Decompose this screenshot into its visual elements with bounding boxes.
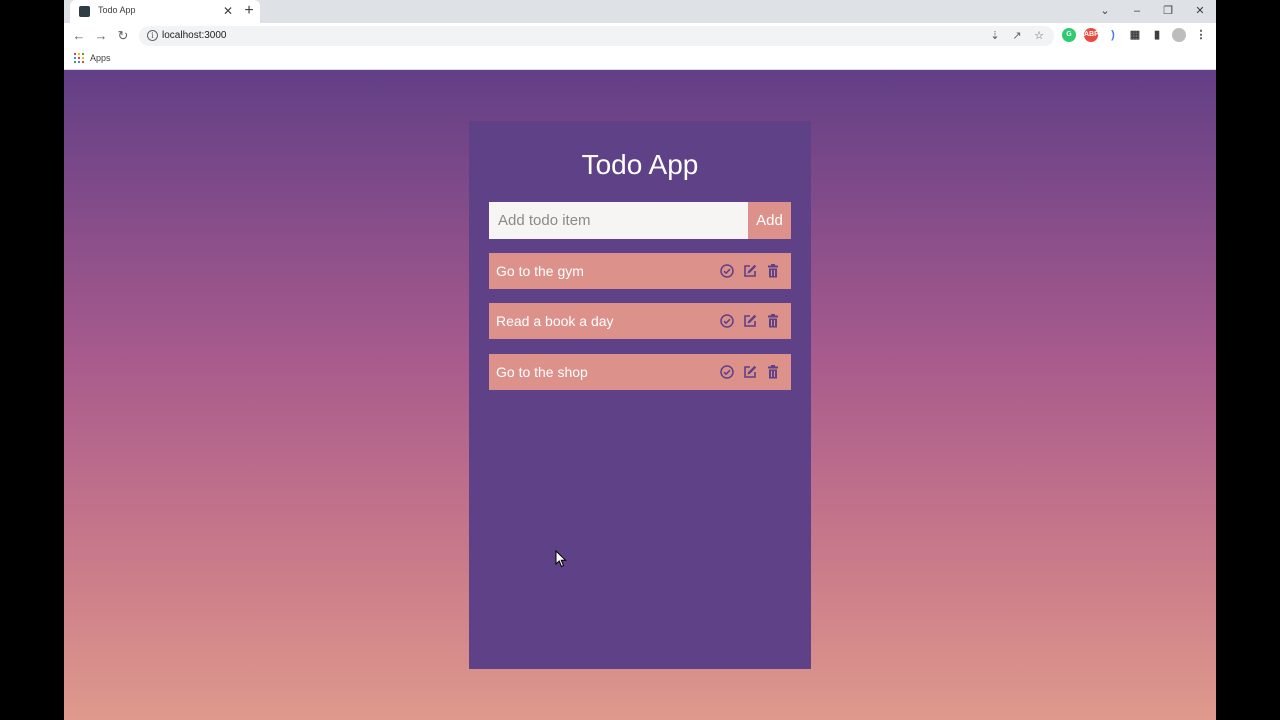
complete-check-icon[interactable] xyxy=(719,263,735,279)
minimize-button[interactable]: – xyxy=(1125,2,1149,20)
todo-form: Add xyxy=(489,202,791,239)
audio-extension-icon[interactable]: ) xyxy=(1106,28,1120,42)
todo-actions xyxy=(719,313,781,329)
close-window-button[interactable]: ✕ xyxy=(1188,2,1212,20)
todo-text: Go to the shop xyxy=(496,364,588,380)
bookmark-star-icon[interactable]: ☆ xyxy=(1031,28,1047,44)
reload-button[interactable]: ↻ xyxy=(113,26,133,46)
delete-trash-icon[interactable] xyxy=(765,313,781,329)
todo-item: Go to the shop xyxy=(489,354,791,390)
restore-button[interactable]: ❐ xyxy=(1156,2,1180,20)
todo-input[interactable] xyxy=(489,202,748,239)
page-background: Todo App Add Go to the gym Read a book a… xyxy=(64,70,1216,720)
todo-item: Go to the gym xyxy=(489,253,791,289)
address-bar[interactable]: i localhost:3000 ⇣ ↗ ☆ xyxy=(139,26,1054,46)
delete-trash-icon[interactable] xyxy=(765,263,781,279)
new-tab-button[interactable]: + xyxy=(240,2,258,20)
todo-text: Read a book a day xyxy=(496,313,614,329)
apps-bookmark[interactable]: Apps xyxy=(90,53,111,63)
share-icon[interactable]: ↗ xyxy=(1009,28,1025,44)
extensions-puzzle-icon[interactable]: ▦ xyxy=(1128,28,1142,42)
tab-strip: Todo App ✕ + ⌄ – ❐ ✕ xyxy=(64,0,1216,23)
add-button[interactable]: Add xyxy=(748,202,791,239)
todo-card: Todo App Add Go to the gym Read a book a… xyxy=(469,121,811,669)
react-favicon-icon xyxy=(79,6,90,17)
todo-item: Read a book a day xyxy=(489,303,791,339)
browser-toolbar: ← → ↻ i localhost:3000 ⇣ ↗ ☆ G ABP ) ▦ ▮… xyxy=(64,23,1216,48)
grammarly-extension-icon[interactable]: G xyxy=(1062,28,1076,42)
side-panel-icon[interactable]: ▮ xyxy=(1150,28,1164,42)
url-text: localhost:3000 xyxy=(162,30,227,41)
edit-icon[interactable] xyxy=(742,364,758,380)
todo-text: Go to the gym xyxy=(496,263,584,279)
tab-title: Todo App xyxy=(98,5,136,15)
browser-window: Todo App ✕ + ⌄ – ❐ ✕ ← → ↻ i localhost:3… xyxy=(64,0,1216,720)
complete-check-icon[interactable] xyxy=(719,313,735,329)
tab-search-button[interactable]: ⌄ xyxy=(1093,2,1117,20)
site-info-icon[interactable]: i xyxy=(147,30,158,41)
edit-icon[interactable] xyxy=(742,263,758,279)
adblock-extension-icon[interactable]: ABP xyxy=(1084,28,1099,42)
tab-close-icon[interactable]: ✕ xyxy=(220,3,236,19)
browser-tab[interactable]: Todo App ✕ xyxy=(70,0,260,23)
edit-icon[interactable] xyxy=(742,313,758,329)
back-button[interactable]: ← xyxy=(69,26,89,46)
bookmarks-bar: Apps xyxy=(64,48,1216,70)
forward-button[interactable]: → xyxy=(91,26,111,46)
install-icon[interactable]: ⇣ xyxy=(987,28,1003,44)
browser-menu-icon[interactable]: ⋮ xyxy=(1194,28,1208,42)
profile-avatar-icon[interactable] xyxy=(1172,28,1186,42)
complete-check-icon[interactable] xyxy=(719,364,735,380)
todo-actions xyxy=(719,364,781,380)
page-title: Todo App xyxy=(581,149,699,180)
apps-icon[interactable] xyxy=(74,53,84,63)
mouse-cursor-icon xyxy=(555,550,567,568)
todo-actions xyxy=(719,263,781,279)
delete-trash-icon[interactable] xyxy=(765,364,781,380)
